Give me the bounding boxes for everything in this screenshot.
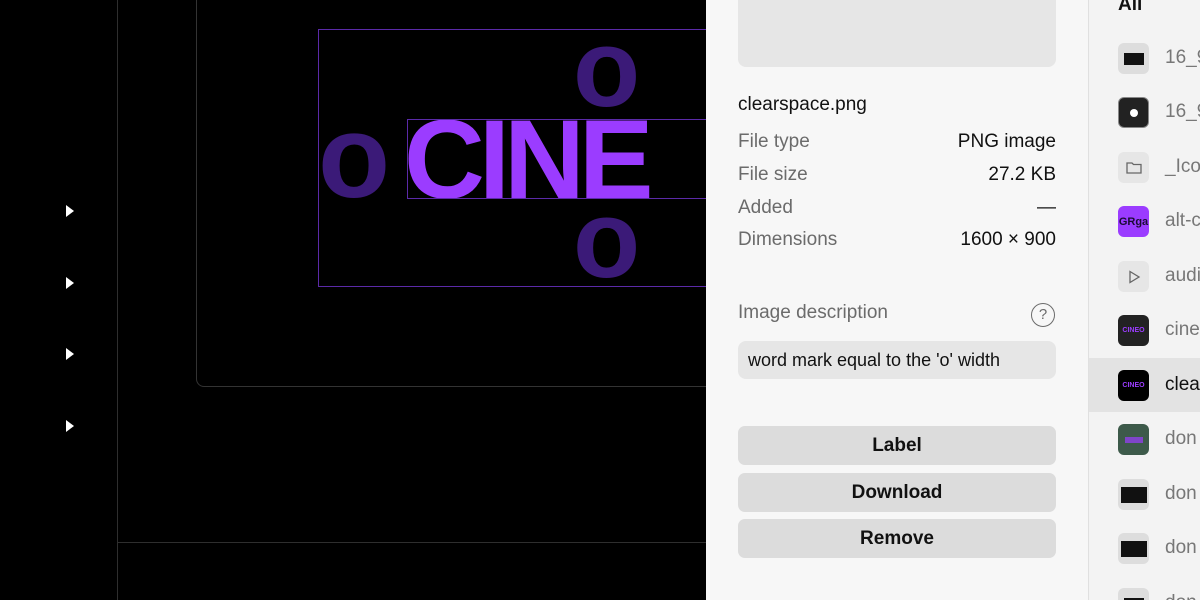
label-button[interactable]: Label: [738, 426, 1056, 465]
expand-arrow-icon[interactable]: [66, 348, 74, 360]
dark-thumbnail-icon: [1118, 97, 1149, 128]
folder-icon: [1118, 152, 1149, 183]
image-description-label: Image description: [738, 302, 888, 323]
file-list-item-name: 16_9: [1165, 101, 1200, 122]
file-list-item-name: don: [1165, 428, 1197, 449]
expand-arrow-icon[interactable]: [66, 420, 74, 432]
file-list: All 16_9 16_9 _Ico GRga alt-c audi CINEO: [1088, 0, 1200, 600]
file-list-item[interactable]: don: [1089, 576, 1200, 600]
rail-divider: [117, 0, 118, 600]
file-list-item-name: don: [1165, 592, 1197, 600]
meta-row-dimensions: Dimensions 1600 × 900: [738, 229, 1056, 251]
clearspace-o-left: o: [318, 91, 391, 223]
meta-value: 1600 × 900: [960, 229, 1056, 250]
purple-thumbnail-icon: GRga: [1118, 206, 1149, 237]
app-root: o o o CINE clearspace.png File type PNG …: [0, 0, 1200, 600]
file-list-item-name: cine: [1165, 319, 1200, 340]
file-list-item-name: _Ico: [1165, 156, 1200, 177]
meta-key: Dimensions: [738, 229, 838, 250]
remove-button[interactable]: Remove: [738, 519, 1056, 558]
file-list-item[interactable]: CINEO cine: [1089, 303, 1200, 357]
file-list-item[interactable]: don: [1089, 467, 1200, 521]
dark-text-thumbnail-icon: [1118, 533, 1149, 564]
file-list-item-name: don: [1165, 537, 1197, 558]
meta-row-file-type: File type PNG image: [738, 131, 1056, 153]
image-description-input[interactable]: word mark equal to the 'o' width: [738, 341, 1056, 379]
canvas-bottom-divider: [117, 542, 706, 543]
details-panel: clearspace.png File type PNG image File …: [706, 0, 1088, 600]
file-list-item-name: audi: [1165, 265, 1200, 286]
file-list-item-name: alt-c: [1165, 210, 1200, 231]
file-list-item-name: clea: [1165, 374, 1200, 395]
help-icon[interactable]: ?: [1031, 303, 1055, 327]
dark-thumbnail-icon: [1118, 43, 1149, 74]
file-list-item[interactable]: GRga alt-c: [1089, 194, 1200, 248]
file-list-item-selected[interactable]: CINEO clea: [1089, 358, 1200, 412]
image-description-value: word mark equal to the 'o' width: [748, 350, 1000, 370]
meta-value: PNG image: [957, 131, 1056, 152]
dark-thumbnail-icon: [1118, 588, 1149, 600]
meta-key: File type: [738, 131, 810, 152]
file-list-item[interactable]: don: [1089, 521, 1200, 575]
meta-row-added: Added —: [738, 197, 1056, 219]
cine-logo-icon: CINEO: [1118, 370, 1149, 401]
file-list-header[interactable]: All: [1118, 0, 1142, 16]
cine-logo-icon: CINEO: [1118, 315, 1149, 346]
expand-arrow-icon[interactable]: [66, 205, 74, 217]
wordmark-guide-box: [407, 119, 706, 199]
expand-arrow-icon[interactable]: [66, 277, 74, 289]
file-list-item-name: don: [1165, 483, 1197, 504]
file-list-item[interactable]: 16_9: [1089, 85, 1200, 139]
file-list-item[interactable]: 16_9: [1089, 31, 1200, 85]
meta-key: Added: [738, 197, 793, 218]
meta-key: File size: [738, 164, 808, 185]
canvas-area[interactable]: o o o CINE: [0, 0, 706, 600]
meta-value: 27.2 KB: [988, 164, 1056, 185]
dark-text-thumbnail-icon: [1118, 479, 1149, 510]
download-button[interactable]: Download: [738, 473, 1056, 512]
green-photo-icon: [1118, 424, 1149, 455]
file-list-item[interactable]: don: [1089, 412, 1200, 466]
file-list-item[interactable]: _Ico: [1089, 140, 1200, 194]
meta-value: —: [1037, 197, 1056, 218]
play-icon: [1118, 261, 1149, 292]
file-list-item-name: 16_9: [1165, 47, 1200, 68]
file-name: clearspace.png: [738, 94, 867, 115]
image-preview: [738, 0, 1056, 67]
file-list-item[interactable]: audi: [1089, 249, 1200, 303]
meta-row-file-size: File size 27.2 KB: [738, 164, 1056, 186]
